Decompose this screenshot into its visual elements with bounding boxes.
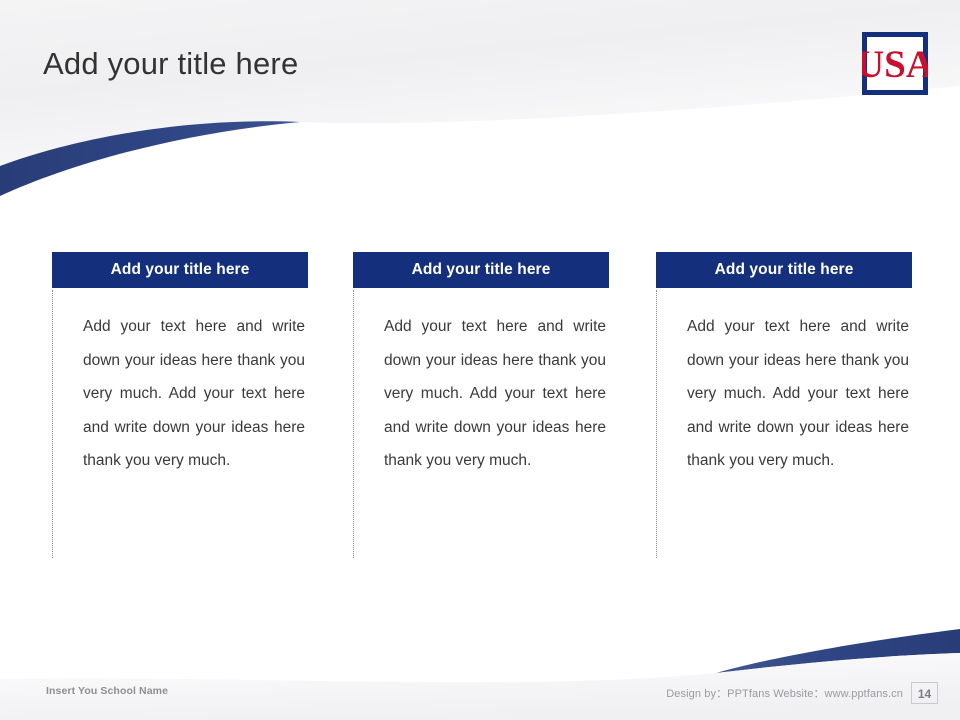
page-number-badge: 14: [911, 682, 938, 704]
slide-canvas: Add your title here USA Add your title h…: [0, 0, 960, 720]
column-body: Add your text here and write down your i…: [656, 290, 912, 558]
page-title: Add your title here: [43, 46, 299, 81]
column-header[interactable]: Add your title here: [656, 252, 912, 288]
content-column: Add your title here Add your text here a…: [52, 252, 308, 558]
usa-logo-icon: USA: [862, 32, 928, 95]
column-body-text[interactable]: Add your text here and write down your i…: [687, 310, 909, 478]
usa-logo-text: USA: [862, 43, 928, 86]
footer-school-name: Insert You School Name: [46, 685, 169, 697]
content-column: Add your title here Add your text here a…: [353, 252, 609, 558]
column-body-text[interactable]: Add your text here and write down your i…: [384, 310, 606, 478]
content-column: Add your title here Add your text here a…: [656, 252, 912, 558]
column-body-text[interactable]: Add your text here and write down your i…: [83, 310, 305, 478]
column-header[interactable]: Add your title here: [52, 252, 308, 288]
footer-credit: Design by：PPTfans Website：www.pptfans.cn: [666, 688, 903, 700]
content-columns: Add your title here Add your text here a…: [0, 252, 960, 572]
column-body: Add your text here and write down your i…: [353, 290, 609, 558]
column-header[interactable]: Add your title here: [353, 252, 609, 288]
column-body: Add your text here and write down your i…: [52, 290, 308, 558]
